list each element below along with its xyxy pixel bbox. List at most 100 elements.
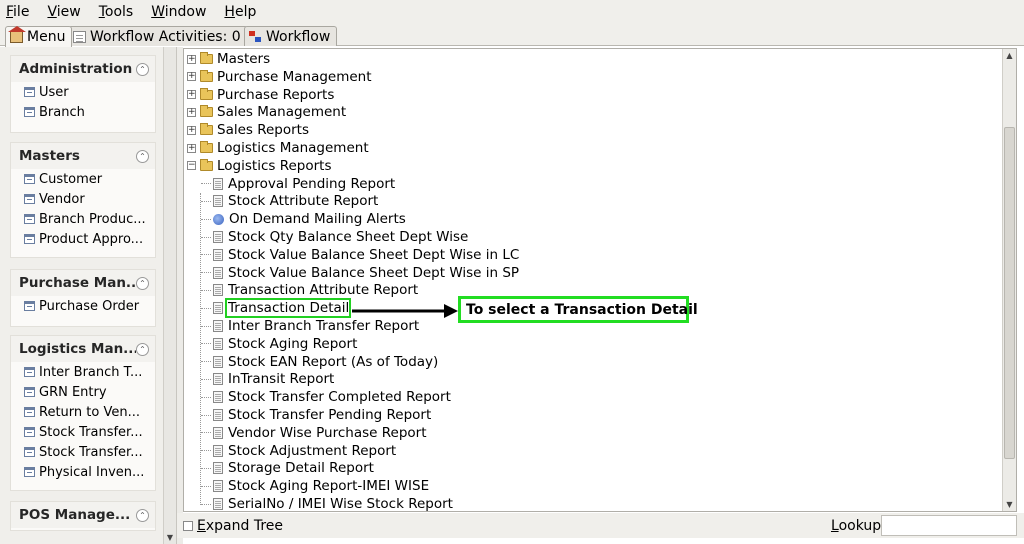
tree-branch-line: [201, 432, 211, 434]
sidebar-group-masters: Masters ⌃ Customer Vendor Branch Produc.…: [10, 142, 156, 258]
sidebar-item-inter-branch[interactable]: Inter Branch T...: [11, 362, 155, 382]
bottom-bar: Expand Tree Lookup: [177, 513, 1024, 538]
scroll-up-icon[interactable]: ▲: [1003, 51, 1016, 60]
sidebar-item-vendor[interactable]: Vendor: [11, 189, 155, 209]
document-icon: [213, 302, 223, 315]
tree-report-label: On Demand Mailing Alerts: [229, 211, 406, 228]
tab-workflow[interactable]: Workflow: [244, 26, 338, 46]
tree-report-stock-attribute-report[interactable]: Stock Attribute Report: [201, 192, 378, 210]
sidebar-item-grn-entry[interactable]: GRN Entry: [11, 382, 155, 402]
collapse-icon[interactable]: ⌃: [136, 149, 149, 163]
tree-report-stock-aging-report[interactable]: Stock Aging Report: [201, 335, 357, 353]
document-icon: [213, 195, 223, 208]
tree-report-vendor-wise-purchase-report[interactable]: Vendor Wise Purchase Report: [201, 424, 427, 442]
group-header[interactable]: Administration ⌃: [11, 56, 155, 82]
tree-report-stock-adjustment-report[interactable]: Stock Adjustment Report: [201, 442, 396, 460]
group-header[interactable]: Logistics Man... ⌃: [11, 336, 155, 362]
tree-folder-logistics-management[interactable]: + Logistics Management: [187, 139, 369, 157]
menu-file[interactable]: File: [4, 4, 31, 20]
tree-report-stock-qty-balance-sheet-dept-wise[interactable]: Stock Qty Balance Sheet Dept Wise: [201, 228, 468, 246]
tree-folder-purchase-management[interactable]: + Purchase Management: [187, 68, 372, 86]
expand-icon[interactable]: +: [187, 54, 196, 64]
group-title: Administration: [19, 61, 133, 77]
tree-report-intransit-report[interactable]: InTransit Report: [201, 370, 334, 388]
collapse-icon[interactable]: ⌃: [136, 62, 149, 76]
menu-help[interactable]: Help: [222, 4, 258, 20]
tree-report-stock-aging-report-imei-wise[interactable]: Stock Aging Report-IMEI WISE: [201, 477, 429, 495]
tree-report-approval-pending-report[interactable]: Approval Pending Report: [201, 175, 395, 193]
sidebar-item-product-approval[interactable]: Product Appro...: [11, 229, 155, 249]
folder-icon: [200, 87, 213, 100]
group-header[interactable]: Purchase Man... ⌃: [11, 270, 155, 296]
tree-report-storage-detail-report[interactable]: Storage Detail Report: [201, 459, 374, 477]
sidebar-item-branch[interactable]: Branch: [11, 102, 155, 122]
sidebar-item-physical-inventory[interactable]: Physical Inven...: [11, 462, 155, 482]
tree-folder-masters[interactable]: + Masters: [187, 50, 270, 68]
sidebar-item-user[interactable]: User: [11, 82, 155, 102]
expand-icon[interactable]: +: [187, 107, 196, 117]
tree-scrollbar[interactable]: ▲ ▼: [1002, 49, 1016, 511]
menubar: File View Tools Window Help: [0, 0, 1024, 24]
tree-report-serialno-imei-wise-stock-report[interactable]: SerialNo / IMEI Wise Stock Report: [201, 495, 453, 512]
sidebar-scrollbar[interactable]: ▼: [163, 47, 176, 544]
tree-folder-sales-management[interactable]: + Sales Management: [187, 103, 346, 121]
expand-tree-checkbox[interactable]: [183, 520, 193, 531]
tree-report-label: Stock Value Balance Sheet Dept Wise in S…: [228, 264, 520, 281]
document-icon: [213, 231, 223, 243]
sidebar-item-stock-transfer[interactable]: Stock Transfer...: [11, 422, 155, 442]
sidebar-item-return-to-vendor[interactable]: Return to Ven...: [11, 402, 155, 422]
sidebar-group-administration: Administration ⌃ User Branch: [10, 55, 156, 133]
group-header[interactable]: POS Manage... ⌃: [11, 502, 155, 528]
tree-branch-line: [201, 218, 211, 220]
tree-report-label: SerialNo / IMEI Wise Stock Report: [228, 496, 453, 512]
tree-report-stock-value-balance-sheet-dept-wise-in-sp[interactable]: Stock Value Balance Sheet Dept Wise in S…: [201, 264, 519, 282]
tree-branch-line: [201, 343, 211, 345]
tree-report-stock-value-balance-sheet-dept-wise-in-lc[interactable]: Stock Value Balance Sheet Dept Wise in L…: [201, 246, 519, 264]
expand-icon[interactable]: +: [187, 125, 196, 135]
sidebar-item-label: Return to Ven...: [39, 404, 140, 420]
collapse-icon[interactable]: ⌃: [136, 342, 149, 356]
tree-report-transaction-attribute-report[interactable]: Transaction Attribute Report: [201, 281, 418, 299]
collapse-icon[interactable]: ⌃: [136, 508, 149, 522]
group-header[interactable]: Masters ⌃: [11, 143, 155, 169]
tree-folder-purchase-reports[interactable]: + Purchase Reports: [187, 86, 334, 104]
expand-icon[interactable]: +: [187, 90, 196, 100]
tree-folder-sales-reports[interactable]: + Sales Reports: [187, 121, 309, 139]
window-icon: [24, 387, 35, 397]
scroll-thumb[interactable]: [1004, 127, 1015, 459]
sidebar-item-customer[interactable]: Customer: [11, 169, 155, 189]
expand-icon[interactable]: +: [187, 143, 196, 153]
folder-icon: [200, 105, 213, 118]
tree-folder-logistics-reports[interactable]: − Logistics Reports: [187, 157, 331, 175]
folder-icon: [200, 52, 213, 64]
tab-menu[interactable]: Menu: [5, 26, 73, 47]
menu-view[interactable]: View: [45, 4, 82, 20]
tree-report-stock-ean-report-as-of-today[interactable]: Stock EAN Report (As of Today): [201, 353, 438, 371]
window-icon: [24, 194, 35, 204]
lookup-input[interactable]: [881, 515, 1017, 536]
sidebar-group-purchase: Purchase Man... ⌃ Purchase Order: [10, 269, 156, 327]
collapse-icon[interactable]: ⌃: [136, 276, 149, 290]
menu-tools[interactable]: Tools: [97, 4, 136, 20]
scroll-down-icon[interactable]: ▼: [164, 533, 176, 542]
group-title: POS Manage...: [19, 507, 131, 523]
document-icon: [213, 480, 223, 493]
tree-report-stock-transfer-completed-report[interactable]: Stock Transfer Completed Report: [201, 388, 451, 406]
document-icon: [213, 177, 223, 190]
collapse-icon[interactable]: −: [187, 161, 196, 171]
selection-highlight: [225, 298, 351, 319]
tree-report-on-demand-mailing-alerts[interactable]: On Demand Mailing Alerts: [201, 210, 406, 228]
expand-icon[interactable]: +: [187, 72, 196, 82]
sidebar-item-stock-transfer[interactable]: Stock Transfer...: [11, 442, 155, 462]
tree-branch-line: [201, 254, 211, 256]
menu-window[interactable]: Window: [149, 4, 208, 20]
sidebar-item-branch-product[interactable]: Branch Produc...: [11, 209, 155, 229]
scroll-down-icon[interactable]: ▼: [1003, 500, 1016, 509]
sidebar-item-purchase-order[interactable]: Purchase Order: [11, 296, 155, 316]
tree-branch-line: [201, 361, 211, 363]
tab-workflow-activities[interactable]: Workflow Activities: 0: [68, 26, 248, 46]
tree-report-stock-transfer-pending-report[interactable]: Stock Transfer Pending Report: [201, 406, 431, 424]
window-icon: [24, 87, 35, 97]
window-icon: [24, 107, 35, 117]
sidebar: Administration ⌃ User Branch Masters ⌃ C…: [0, 47, 177, 544]
